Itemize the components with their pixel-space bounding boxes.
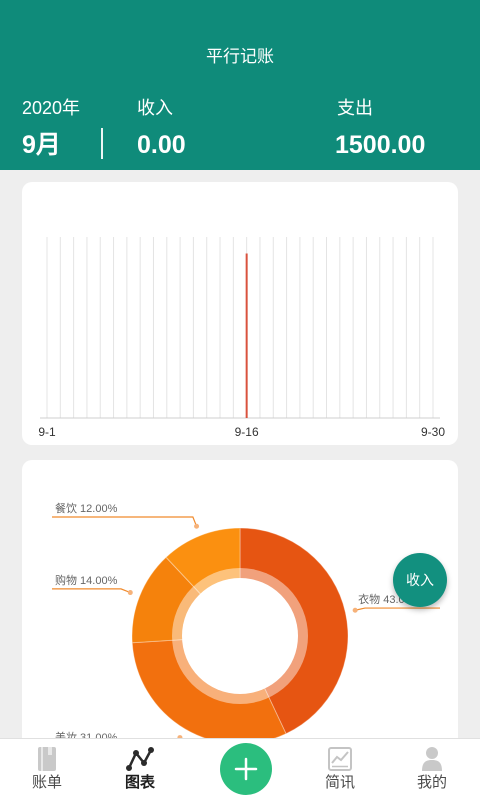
- nav-item-charts[interactable]: 图表: [100, 739, 180, 800]
- nav-label-news: 简讯: [324, 774, 355, 791]
- nav-label-charts: 图表: [124, 774, 155, 791]
- income-total: 0.00: [137, 131, 186, 159]
- year-label[interactable]: 2020年: [22, 97, 80, 119]
- x-tick-label: 9-1: [38, 425, 56, 439]
- gridlines: [46, 237, 434, 418]
- x-tick-label: 9-16: [235, 425, 259, 439]
- donut-hole: [182, 578, 298, 694]
- label-leader-line: [52, 516, 198, 527]
- slice-label: 餐饮 12.00%: [55, 501, 118, 515]
- label-anchor-dot: [127, 590, 133, 596]
- daily-expense-chart[interactable]: 9-1 9-16 9-30: [22, 182, 458, 445]
- trend-chart-icon: [328, 747, 352, 771]
- add-income-button[interactable]: 收入: [393, 553, 447, 607]
- label-anchor-dot: [194, 523, 200, 529]
- nav-label-profile: 我的: [416, 774, 447, 791]
- nav-item-bills[interactable]: 账单: [7, 739, 87, 800]
- app-header: 平行记账 2020年 9月 收入 0.00 支出 1500.00: [0, 0, 480, 170]
- label-leader-line: [52, 588, 131, 594]
- bottom-nav: 账单 图表 简讯 我的: [0, 738, 480, 800]
- label-anchor-dot: [352, 607, 358, 613]
- nav-item-news[interactable]: 简讯: [300, 739, 380, 800]
- nav-label-bills: 账单: [31, 774, 62, 791]
- line-chart-icon: [126, 747, 154, 771]
- expense-label: 支出: [337, 98, 373, 118]
- slice-label: 购物 14.00%: [55, 573, 118, 587]
- app-title: 平行记账: [206, 47, 274, 66]
- plus-icon: [234, 757, 258, 781]
- add-record-button[interactable]: [220, 743, 272, 795]
- month-label[interactable]: 9月: [22, 130, 61, 160]
- x-tick-label: 9-30: [421, 425, 445, 439]
- nav-item-profile[interactable]: 我的: [392, 739, 472, 800]
- daily-expense-card: 9-1 9-16 9-30: [22, 182, 458, 445]
- person-icon: [422, 747, 442, 771]
- income-label: 收入: [137, 98, 173, 118]
- book-icon: [38, 747, 56, 771]
- header-divider: [101, 128, 103, 159]
- expense-total: 1500.00: [335, 131, 426, 159]
- label-leader-line: [355, 607, 440, 611]
